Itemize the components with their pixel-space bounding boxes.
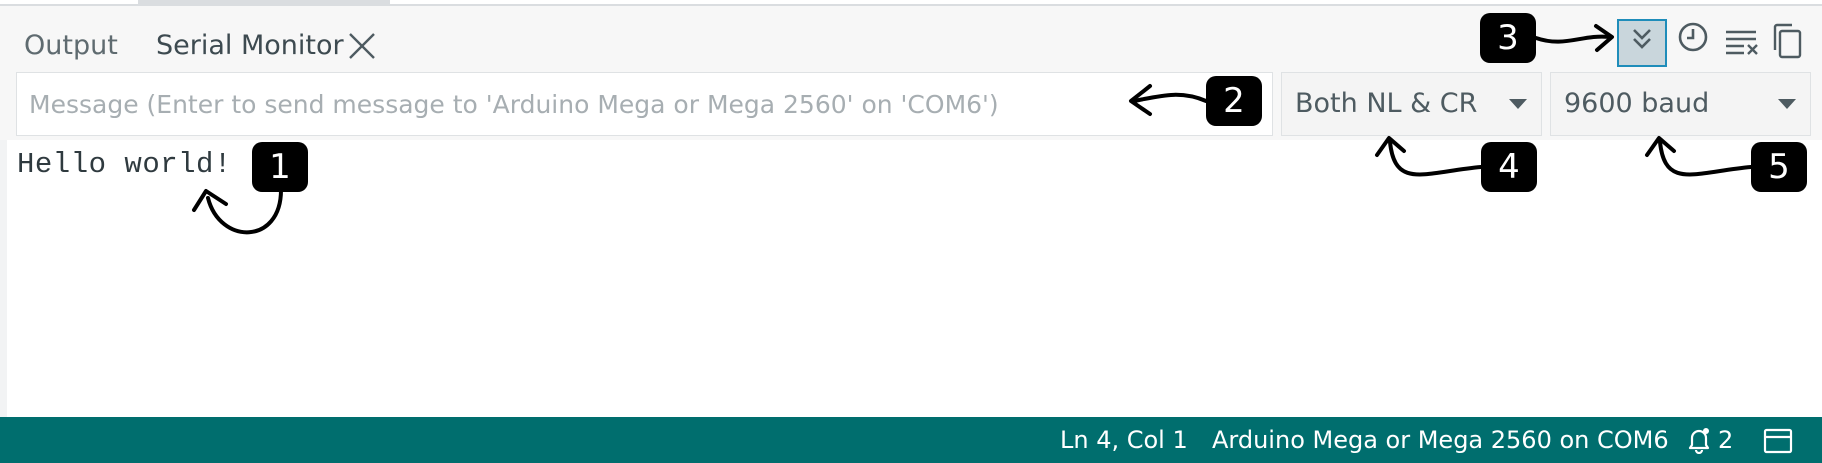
toggle-panel-icon[interactable] <box>1763 428 1793 454</box>
double-chevron-down-icon <box>1633 29 1651 49</box>
notification-count[interactable]: 2 <box>1718 423 1733 457</box>
board-port-status[interactable]: Arduino Mega or Mega 2560 on COM6 <box>1212 423 1669 457</box>
baud-rate-value: 9600 baud <box>1564 88 1710 119</box>
notification-bell-icon[interactable] <box>1686 426 1712 454</box>
status-bar: Ln 4, Col 1 Arduino Mega or Mega 2560 on… <box>0 417 1822 463</box>
console-gutter <box>0 140 7 417</box>
panel-tab-bar: Output Serial Monitor <box>0 6 1822 72</box>
clock-icon[interactable] <box>1676 20 1710 54</box>
line-ending-value: Both NL & CR <box>1295 88 1478 119</box>
annotation-badge-1: 1 <box>252 142 308 192</box>
copy-icon[interactable] <box>1770 22 1804 60</box>
clear-output-icon[interactable] <box>1724 26 1760 58</box>
close-icon[interactable] <box>346 28 378 64</box>
annotation-badge-3: 3 <box>1480 13 1536 63</box>
line-ending-select[interactable]: Both NL & CR <box>1281 72 1542 136</box>
message-row: Both NL & CR 9600 baud <box>0 72 1822 140</box>
caret-down-icon <box>1778 99 1796 109</box>
output-line: Hello world! <box>17 148 232 181</box>
annotation-badge-5: 5 <box>1751 142 1807 192</box>
annotation-badge-2: 2 <box>1206 76 1262 126</box>
caret-down-icon <box>1509 99 1527 109</box>
message-input[interactable] <box>16 72 1273 136</box>
cursor-position[interactable]: Ln 4, Col 1 <box>1060 423 1188 457</box>
baud-rate-select[interactable]: 9600 baud <box>1550 72 1811 136</box>
tab-serial-monitor[interactable]: Serial Monitor <box>156 26 344 66</box>
tab-output[interactable]: Output <box>24 26 118 66</box>
autoscroll-button[interactable] <box>1617 19 1667 67</box>
annotation-badge-4: 4 <box>1481 142 1537 192</box>
